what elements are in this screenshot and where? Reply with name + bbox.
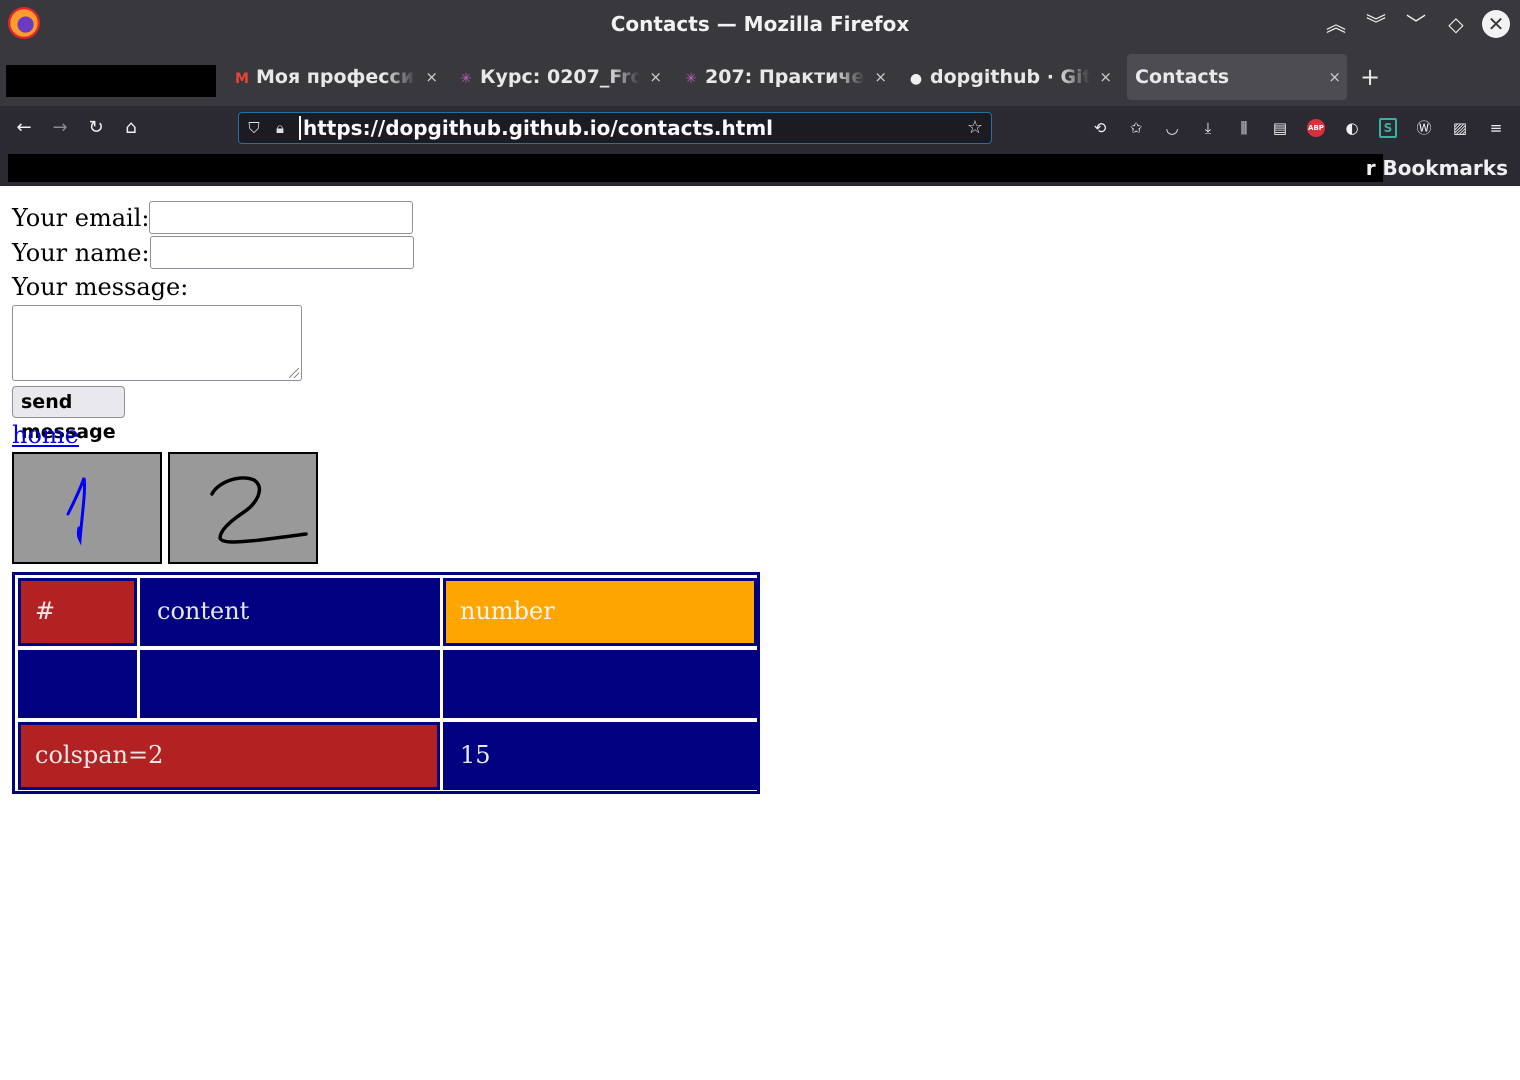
tab-close-icon[interactable]: × xyxy=(874,54,887,100)
minimize-icon[interactable]: ﹀ xyxy=(1402,10,1430,38)
window-titlebar: Contacts — Mozilla Firefox ︽ ︾ ﹀ ◇ ✕ xyxy=(0,0,1520,48)
tracking-shield-icon[interactable]: ⛉ xyxy=(243,117,265,139)
maximize-icon[interactable]: ◇ xyxy=(1442,10,1470,38)
resize-grip-icon[interactable] xyxy=(289,368,299,378)
close-window-icon[interactable]: ✕ xyxy=(1482,10,1510,38)
extension-icon[interactable]: ◐ xyxy=(1340,116,1364,140)
digit-one-drawing xyxy=(66,477,86,546)
contacts-table: # content number colspan=2 15 xyxy=(12,572,760,794)
email-row: Your email: xyxy=(12,201,414,234)
tab-strip: MМоя профессия: × ✳Курс: 0207_Fronte × ✳… xyxy=(0,48,1520,106)
footer-cell-colspan: colspan=2 xyxy=(18,722,440,790)
nav-bar: ← → ↻ ⌂ ⛉ 🔒︎ https://dopgithub.github.io… xyxy=(0,106,1520,150)
extension-s-icon[interactable]: S xyxy=(1379,118,1397,138)
url-text[interactable]: https://dopgithub.github.io/contacts.htm… xyxy=(299,116,773,140)
email-label: Your email: xyxy=(12,203,150,232)
message-label: Your message: xyxy=(12,272,189,301)
spinner-icon: ✳ xyxy=(460,71,472,87)
tab-close-icon[interactable]: × xyxy=(1328,54,1341,100)
pocket-icon[interactable]: ◡ xyxy=(1160,116,1184,140)
body-cell-2 xyxy=(140,650,440,718)
message-textarea[interactable] xyxy=(12,305,302,381)
reload-icon[interactable]: ↻ xyxy=(82,114,110,142)
url-bar[interactable]: ⛉ 🔒︎ https://dopgithub.github.io/contact… xyxy=(238,112,992,144)
tab-close-icon[interactable]: × xyxy=(1099,54,1112,100)
adblock-icon[interactable]: ABP xyxy=(1307,119,1325,137)
new-tab-button[interactable]: + xyxy=(1358,54,1382,100)
name-label: Your name: xyxy=(12,238,150,267)
keep-above-icon[interactable]: ︽ xyxy=(1322,10,1350,38)
redacted-tab xyxy=(6,65,216,97)
image-digit-one xyxy=(12,452,162,564)
home-icon[interactable]: ⌂ xyxy=(117,114,145,142)
extension-w-icon[interactable]: Ⓦ xyxy=(1412,116,1436,140)
spinner-icon: ✳ xyxy=(685,71,697,87)
home-link[interactable]: home xyxy=(12,420,79,450)
tab-practical[interactable]: ✳207: Практическо × xyxy=(683,54,893,100)
footer-cell-total: 15 xyxy=(443,722,757,790)
message-row: Your message: xyxy=(12,271,188,302)
tab-close-icon[interactable]: × xyxy=(425,54,438,100)
body-cell-1 xyxy=(18,650,137,718)
extension-percent-icon[interactable]: ▨ xyxy=(1448,116,1472,140)
downloads-icon[interactable]: ⤓ xyxy=(1196,116,1220,140)
send-message-button[interactable]: send message xyxy=(12,386,125,443)
back-icon[interactable]: ← xyxy=(10,114,38,142)
window-title: Contacts — Mozilla Firefox xyxy=(610,12,910,36)
tab-gmail[interactable]: MМоя профессия: × xyxy=(234,54,444,100)
library-icon[interactable]: ⫼ xyxy=(1232,116,1256,140)
tab-contacts[interactable]: Contacts × xyxy=(1127,54,1347,100)
image-digit-two xyxy=(168,452,318,564)
keep-below-icon[interactable]: ︾ xyxy=(1362,10,1390,38)
redacted-bookmarks xyxy=(8,154,1383,182)
tab-close-icon[interactable]: × xyxy=(649,54,662,100)
bookmarks-bar: r Bookmarks xyxy=(0,150,1520,186)
github-icon: ● xyxy=(909,71,923,87)
digit-two-drawing xyxy=(210,476,308,544)
other-bookmarks[interactable]: r Bookmarks xyxy=(1366,154,1508,182)
email-field[interactable] xyxy=(149,201,414,234)
history-icon[interactable]: ⟲ xyxy=(1088,116,1112,140)
sidebar-icon[interactable]: ▤ xyxy=(1268,116,1292,140)
name-field[interactable] xyxy=(149,236,414,269)
header-cell-hash: # xyxy=(18,578,137,646)
gmail-icon: M xyxy=(235,71,249,87)
bookmarks-star-icon[interactable]: ✩ xyxy=(1124,116,1148,140)
forward-icon[interactable]: → xyxy=(46,114,74,142)
name-row: Your name: xyxy=(12,236,414,269)
body-cell-3 xyxy=(443,650,757,718)
tab-course[interactable]: ✳Курс: 0207_Fronte × xyxy=(458,54,668,100)
header-cell-number: number xyxy=(443,578,757,646)
lock-icon[interactable]: 🔒︎ xyxy=(269,117,291,139)
header-cell-content: content xyxy=(140,578,440,646)
menu-icon[interactable]: ≡ xyxy=(1484,116,1508,140)
bookmark-star-icon[interactable]: ☆ xyxy=(963,116,987,140)
tab-github[interactable]: ●dopgithub · GitHu × xyxy=(908,54,1118,100)
